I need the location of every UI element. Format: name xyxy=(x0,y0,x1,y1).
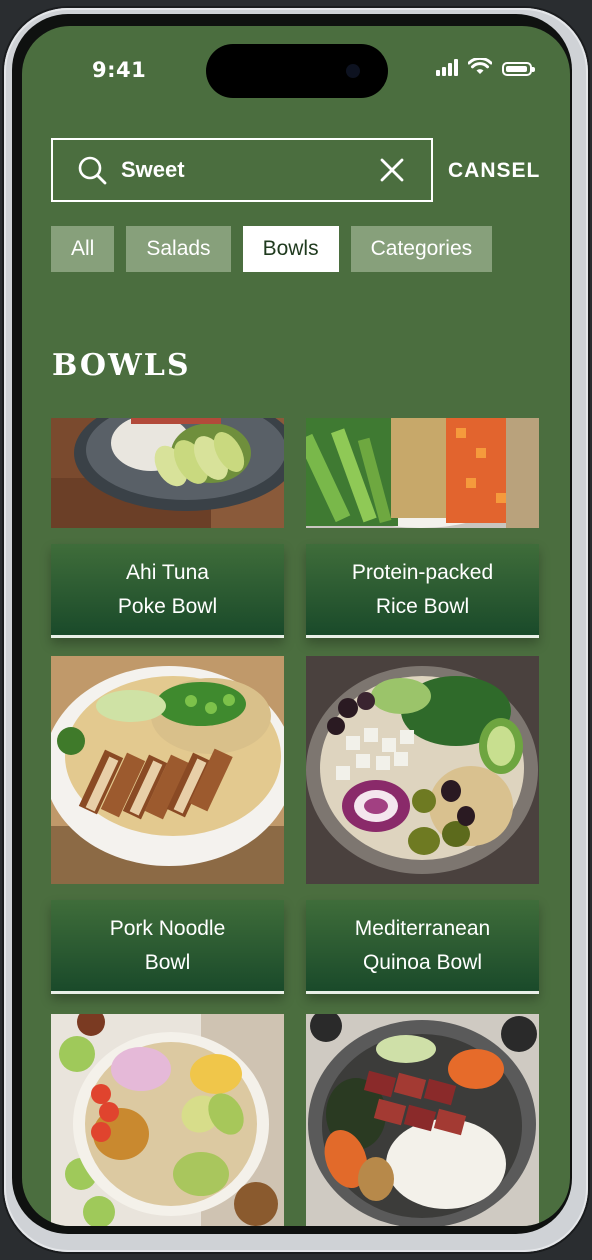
tab-all[interactable]: All xyxy=(51,226,115,272)
bowl-title-line-2: Quinoa Bowl xyxy=(362,950,483,974)
protein-rice-bowl-image xyxy=(306,418,539,528)
bowl-title-line-2: Poke Bowl xyxy=(117,594,218,618)
battery-icon xyxy=(502,62,535,76)
tab-salads[interactable]: Salads xyxy=(126,226,231,272)
bowl-image-6 xyxy=(306,1014,539,1226)
bowl-title-line-2: Rice Bowl xyxy=(375,594,470,618)
clear-search-icon[interactable] xyxy=(379,157,405,183)
bowl-card-mediterranean-quinoa[interactable]: Mediterranean Quinoa Bowl xyxy=(306,656,539,994)
search-icon xyxy=(78,156,107,185)
bowl-card-5[interactable] xyxy=(51,1014,284,1226)
bowl-title-line-1: Mediterranean xyxy=(354,916,491,940)
bowl-card-ahi-tuna[interactable]: Ahi Tuna Poke Bowl xyxy=(51,418,284,638)
bowl-card-pork-noodle[interactable]: Pork Noodle Bowl xyxy=(51,656,284,994)
search-field[interactable]: Sweet xyxy=(51,138,433,202)
cancel-button[interactable]: CANSEL xyxy=(448,159,540,183)
bowl-card-title: Pork Noodle Bowl xyxy=(51,900,284,994)
bowl-title-line-1: Protein-packed xyxy=(351,560,494,584)
bowl-title-line-1: Ahi Tuna xyxy=(126,560,209,584)
wifi-icon xyxy=(468,58,492,74)
bowl-title-line-1: Pork Noodle xyxy=(109,916,226,940)
tab-categories[interactable]: Categories xyxy=(350,226,493,272)
dynamic-island xyxy=(206,44,388,98)
ahi-tuna-bowl-image xyxy=(51,418,284,528)
search-input[interactable]: Sweet xyxy=(121,157,379,183)
section-title: BOWLS xyxy=(52,348,191,383)
mediterranean-quinoa-bowl-image xyxy=(306,656,539,884)
filter-tabs: All Salads Bowls Categories xyxy=(51,226,493,272)
bowl-card-6[interactable] xyxy=(306,1014,539,1226)
bowl-card-title: Mediterranean Quinoa Bowl xyxy=(306,900,539,994)
app-screen: 9:41 Sweet CANSEL All Salads Bowls Categ… xyxy=(22,26,570,1226)
status-time: 9:41 xyxy=(92,58,147,82)
bowl-card-protein-rice[interactable]: Protein-packed Rice Bowl xyxy=(306,418,539,638)
bowl-card-title: Ahi Tuna Poke Bowl xyxy=(51,544,284,638)
tab-bowls[interactable]: Bowls xyxy=(242,226,339,272)
pork-noodle-bowl-image xyxy=(51,656,284,884)
bowl-title-line-2: Bowl xyxy=(144,950,191,974)
bowl-image-5 xyxy=(51,1014,284,1226)
cellular-signal-icon xyxy=(436,58,458,76)
status-icons xyxy=(436,58,535,76)
bowl-card-title: Protein-packed Rice Bowl xyxy=(306,544,539,638)
